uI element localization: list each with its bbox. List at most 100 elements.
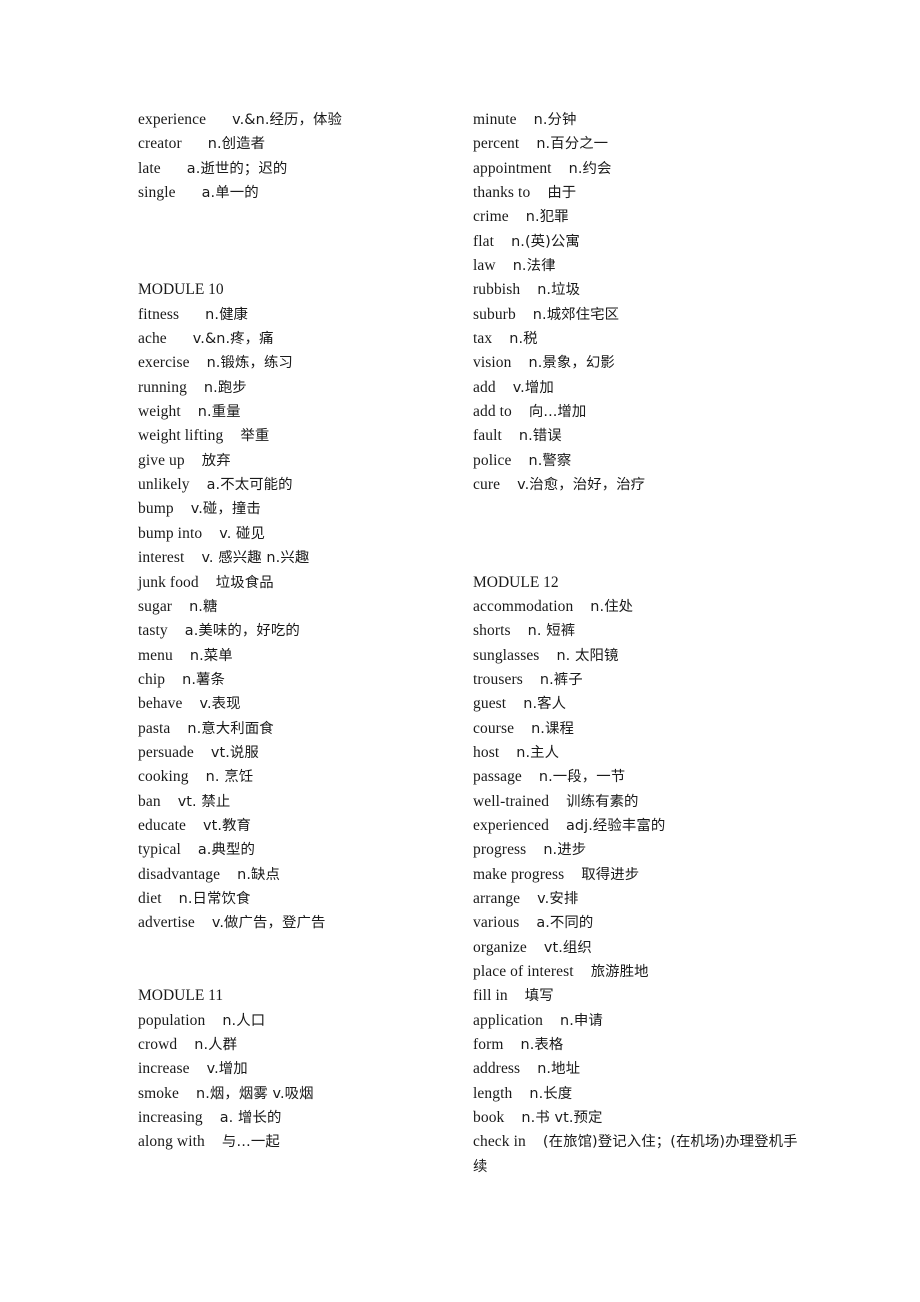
entry-term: various	[473, 914, 520, 932]
entry-term: give up	[138, 451, 185, 469]
entry-definition: n.跑步	[203, 379, 247, 396]
vocabulary-entry: host n.主人	[473, 741, 803, 765]
entry-definition: a.不太可能的	[206, 477, 293, 494]
entry-definition: 训练有素的	[566, 793, 639, 810]
entry-term: diet	[138, 889, 162, 907]
vocabulary-entry: rubbish n.垃圾	[473, 278, 803, 302]
entry-term: bump into	[138, 524, 203, 542]
vocabulary-entry: ban vt. 禁止	[138, 790, 448, 814]
entry-term: guest	[473, 695, 507, 713]
vocabulary-entry: arrange v.安排	[473, 887, 803, 911]
entry-term: interest	[138, 549, 185, 567]
entry-term: increasing	[138, 1109, 203, 1127]
vocabulary-entry: appointment n.约会	[473, 157, 803, 181]
document-page: experience v.&n.经历，体验 creator n.创造者 late a.逝世…	[0, 0, 920, 1302]
entry-definition: vt.教育	[203, 817, 252, 834]
entry-definition: n.重量	[197, 404, 241, 421]
vocabulary-entry: unlikely a.不太可能的	[138, 473, 448, 497]
entry-definition: a.美味的，好吃的	[184, 623, 300, 640]
entry-term: police	[473, 451, 512, 469]
vocabulary-entry: late a.逝世的；迟的	[138, 157, 448, 181]
vocabulary-entry: sugar n.糖	[138, 595, 448, 619]
vocabulary-entry: passage n.一段，一节	[473, 765, 803, 789]
entry-term: weight	[138, 403, 181, 421]
entry-definition: vt.说服	[210, 744, 259, 761]
entry-definition: 举重	[240, 428, 270, 445]
entry-definition: 填写	[524, 988, 554, 1005]
vocabulary-entry: percent n.百分之一	[473, 132, 803, 156]
entry-definition: n.日常饮食	[178, 890, 251, 907]
vocabulary-entry: increasing a. 增长的	[138, 1106, 448, 1130]
entry-definition: n.长度	[529, 1085, 573, 1102]
entry-definition: n.菜单	[189, 647, 233, 664]
entry-definition: n. 烹饪	[205, 769, 254, 786]
module-heading: MODULE 10	[138, 281, 224, 299]
entry-term: add	[473, 378, 496, 396]
entry-definition: v.安排	[537, 890, 579, 907]
entry-definition: a.典型的	[197, 842, 255, 859]
entry-definition: v.&n.疼，痛	[192, 331, 274, 348]
entry-definition: n.景象，幻影	[528, 355, 615, 372]
right-column: minute n.分钟 percent n.百分之一 appointment n.约会 th…	[473, 108, 803, 1179]
entry-definition: 取得进步	[581, 866, 640, 883]
vocabulary-entry: trousers n.裤子	[473, 668, 803, 692]
vocabulary-entry: thanks to 由于	[473, 181, 803, 205]
entry-definition: 旅游胜地	[590, 964, 649, 980]
two-column-layout: experience v.&n.经历，体验 creator n.创造者 late a.逝世…	[0, 0, 920, 1302]
entry-term: smoke	[138, 1084, 179, 1102]
vocabulary-entry: educate vt.教育	[138, 814, 448, 838]
entry-definition: n.人口	[222, 1012, 266, 1029]
entry-term: sunglasses	[473, 646, 540, 664]
vocabulary-entry: shorts n. 短裤	[473, 619, 803, 643]
entry-term: add to	[473, 403, 512, 421]
entry-term: course	[473, 719, 515, 737]
entry-term: arrange	[473, 889, 521, 907]
entry-term: advertise	[138, 914, 195, 932]
entry-term: menu	[138, 646, 173, 664]
vocabulary-entry: pasta n.意大利面食	[138, 717, 448, 741]
vocabulary-entry: course n.课程	[473, 717, 803, 741]
entry-definition: n.表格	[520, 1037, 564, 1054]
entry-term: increase	[138, 1060, 190, 1078]
entry-term: tasty	[138, 622, 168, 640]
vocabulary-entry: make progress 取得进步	[473, 863, 803, 887]
entry-term: passage	[473, 768, 522, 786]
entry-term: check in	[473, 1133, 526, 1151]
vocabulary-entry: creator n.创造者	[138, 132, 448, 156]
entry-term: application	[473, 1011, 543, 1029]
entry-definition: v.&n.经历，体验	[232, 112, 342, 128]
vocabulary-entry: vision n.景象，幻影	[473, 351, 803, 375]
entry-definition: vt.组织	[543, 939, 592, 956]
entry-definition: n.犯罪	[525, 209, 569, 226]
entry-term: minute	[473, 111, 517, 128]
entry-term: weight lifting	[138, 427, 224, 445]
vocabulary-entry: smoke n.烟，烟雾 v.吸烟	[138, 1082, 448, 1106]
entry-term: cooking	[138, 768, 189, 786]
entry-term: typical	[138, 841, 181, 859]
entry-term: address	[473, 1060, 521, 1078]
entry-definition: a. 增长的	[219, 1110, 282, 1127]
vocabulary-entry: cooking n. 烹饪	[138, 765, 448, 789]
entry-term: experienced	[473, 816, 549, 834]
entry-term: crime	[473, 208, 509, 226]
entry-term: book	[473, 1109, 505, 1127]
entry-term: chip	[138, 670, 166, 688]
vocabulary-entry: single a.单一的	[138, 181, 448, 205]
entry-term: length	[473, 1084, 513, 1102]
entry-term: fitness	[138, 305, 180, 323]
vocabulary-entry: application n.申请	[473, 1009, 803, 1033]
entry-definition: n.课程	[531, 720, 574, 737]
entry-definition: n.地址	[537, 1061, 581, 1078]
entry-definition: n.书 vt.预定	[521, 1110, 603, 1127]
entry-definition: n.申请	[559, 1012, 603, 1029]
entry-term: place of interest	[473, 963, 574, 980]
entry-definition: n.城郊住宅区	[532, 306, 620, 323]
entry-definition: n.人群	[194, 1037, 238, 1054]
entry-term: ache	[138, 330, 167, 348]
entry-term: percent	[473, 135, 520, 153]
entry-definition: n. 短裤	[527, 623, 576, 640]
entry-definition: n.裤子	[539, 671, 583, 688]
entry-term: sugar	[138, 597, 173, 615]
